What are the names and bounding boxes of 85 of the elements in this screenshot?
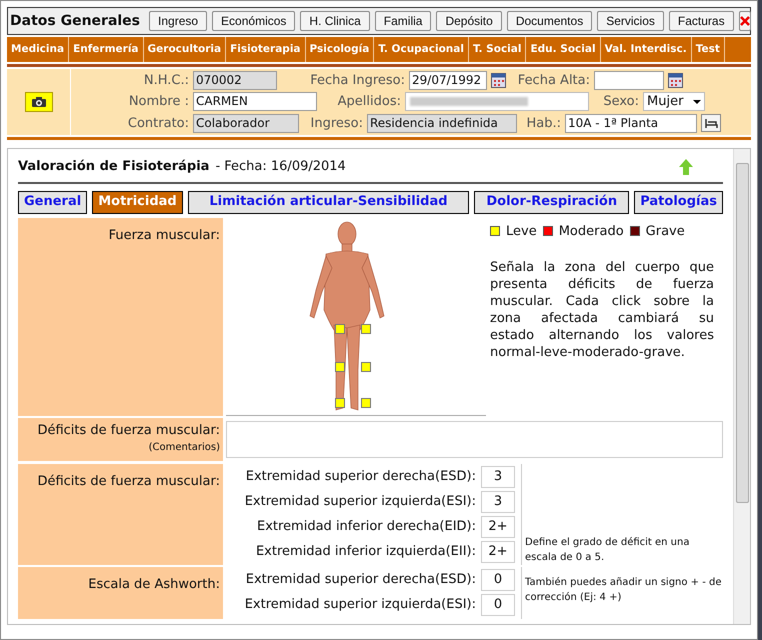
- scale-note: Define el grado de déficit en una escala de 0 a 5.: [525, 536, 690, 564]
- bed-icon: [704, 118, 718, 128]
- score-field[interactable]: 2+: [481, 516, 515, 538]
- assessment-date: - Fecha: 16/09/2014: [215, 158, 346, 176]
- department-tab[interactable]: Gerocultoria: [144, 37, 226, 62]
- nav-button[interactable]: Ingreso: [149, 11, 208, 31]
- dropdown-icon: [693, 100, 701, 104]
- nav-button[interactable]: Familia: [374, 11, 432, 31]
- close-button[interactable]: [738, 11, 751, 31]
- limb-label: Extremidad superior izquierda(ESI):: [244, 493, 476, 512]
- field-label: N.H.C.:: [142, 72, 189, 90]
- section-label: Escala de Ashworth:: [88, 576, 220, 592]
- legend-label: Moderado: [558, 222, 624, 240]
- limb-label: Extremidad inferior izquierda(EII):: [256, 543, 476, 562]
- department-tab[interactable]: Test: [692, 37, 725, 62]
- instructions-text: Señala la zona del cuerpo que presenta déficits de fuerza muscular. Cada click sobre la zona afectada cambiará su estado alternando los valores normal-leve-moderado-grave.: [490, 259, 714, 361]
- score-field[interactable]: 3: [481, 466, 515, 488]
- section-sublabel: (Comentarios): [148, 441, 220, 455]
- limb-label: Extremidad superior derecha(ESD):: [246, 571, 476, 590]
- section-label: Déficits de fuerza muscular:: [37, 474, 220, 488]
- department-tab[interactable]: T. Social: [468, 37, 526, 62]
- name-field[interactable]: CARMEN: [193, 92, 317, 112]
- calendar-icon[interactable]: [668, 73, 683, 88]
- body-marker[interactable]: [335, 362, 345, 372]
- limb-label: Extremidad superior derecha(ESD):: [246, 468, 476, 486]
- section-tab[interactable]: Limitación articular-Sensibilidad: [188, 190, 470, 214]
- department-tab[interactable]: Medicina: [7, 37, 70, 62]
- scroll-thumb[interactable]: [736, 163, 748, 503]
- section-tab[interactable]: Dolor-Respiración: [474, 190, 630, 214]
- date-field[interactable]: [594, 71, 664, 90]
- section-tab[interactable]: Patologías: [634, 190, 723, 214]
- department-tab[interactable]: Enfermería: [69, 37, 144, 62]
- bed-button[interactable]: [701, 114, 721, 132]
- body-marker[interactable]: [361, 324, 371, 334]
- score-field[interactable]: 0: [481, 569, 515, 591]
- nav-button[interactable]: Servicios: [597, 11, 664, 31]
- surname-field[interactable]: [405, 92, 589, 112]
- department-tab[interactable]: Val. Interdisc.: [600, 37, 692, 62]
- section-label: Déficits de fuerza muscular:: [37, 422, 220, 440]
- camera-button[interactable]: [24, 92, 52, 112]
- field-label: Sexo:: [602, 93, 639, 112]
- assessment-title: Valoración de Fisioterápia: [18, 158, 210, 176]
- limb-label: Extremidad inferior derecha(EID):: [257, 518, 476, 536]
- section-tab[interactable]: Motricidad: [92, 190, 183, 214]
- room-field[interactable]: 10A - 1ª Planta: [565, 114, 697, 133]
- department-tab[interactable]: Edu. Social: [526, 37, 601, 62]
- close-icon: [740, 16, 750, 26]
- field-label: Fecha Ingreso:: [309, 72, 405, 90]
- sex-select[interactable]: Mujer: [643, 92, 705, 112]
- contract-field[interactable]: Colaborador: [193, 114, 299, 133]
- legend-label: Grave: [646, 222, 685, 240]
- comments-field[interactable]: [226, 420, 723, 458]
- nav-button[interactable]: Documentos: [506, 11, 592, 31]
- limb-label: Extremidad superior izquierda(ESI):: [244, 596, 476, 614]
- section-label: Fuerza muscular:: [108, 228, 220, 242]
- body-marker[interactable]: [335, 324, 345, 334]
- date-field[interactable]: 29/07/1992: [409, 71, 487, 90]
- nav-button[interactable]: H. Clinica: [300, 11, 370, 31]
- nav-button[interactable]: Depósito: [436, 11, 502, 31]
- scrollbar[interactable]: [733, 149, 750, 624]
- score-field[interactable]: 2+: [481, 541, 515, 563]
- section-tab[interactable]: General: [18, 190, 88, 214]
- score-field[interactable]: 3: [481, 491, 515, 513]
- nav-button[interactable]: Facturas: [668, 11, 734, 31]
- field-label: Nombre :: [128, 93, 189, 112]
- body-marker[interactable]: [335, 398, 345, 408]
- header-title: Datos Generales: [10, 12, 140, 30]
- field-label: Apellidos:: [336, 93, 401, 112]
- field-label: Contrato:: [126, 114, 189, 133]
- admission-field[interactable]: Residencia indefinida: [367, 114, 517, 133]
- department-tab[interactable]: Fisioterapia: [226, 37, 306, 62]
- department-tab[interactable]: Psicología: [306, 37, 374, 62]
- calendar-icon[interactable]: [491, 73, 506, 88]
- legend-label: Leve: [506, 222, 537, 240]
- body-marker[interactable]: [361, 362, 371, 372]
- field-label: Hab.:: [525, 114, 561, 133]
- score-field[interactable]: 0: [481, 594, 515, 616]
- field-label: Ingreso:: [310, 114, 363, 133]
- body-marker[interactable]: [361, 398, 371, 408]
- correction-note: También puedes añadir un signo + - de corrección (Ej: 4 +): [525, 576, 723, 604]
- nav-button[interactable]: Económicos: [212, 11, 296, 31]
- department-tab[interactable]: T. Ocupacional: [374, 37, 469, 62]
- nhc-field[interactable]: 070002: [193, 71, 277, 90]
- field-label: Fecha Alta:: [516, 72, 590, 90]
- camera-icon: [30, 96, 46, 108]
